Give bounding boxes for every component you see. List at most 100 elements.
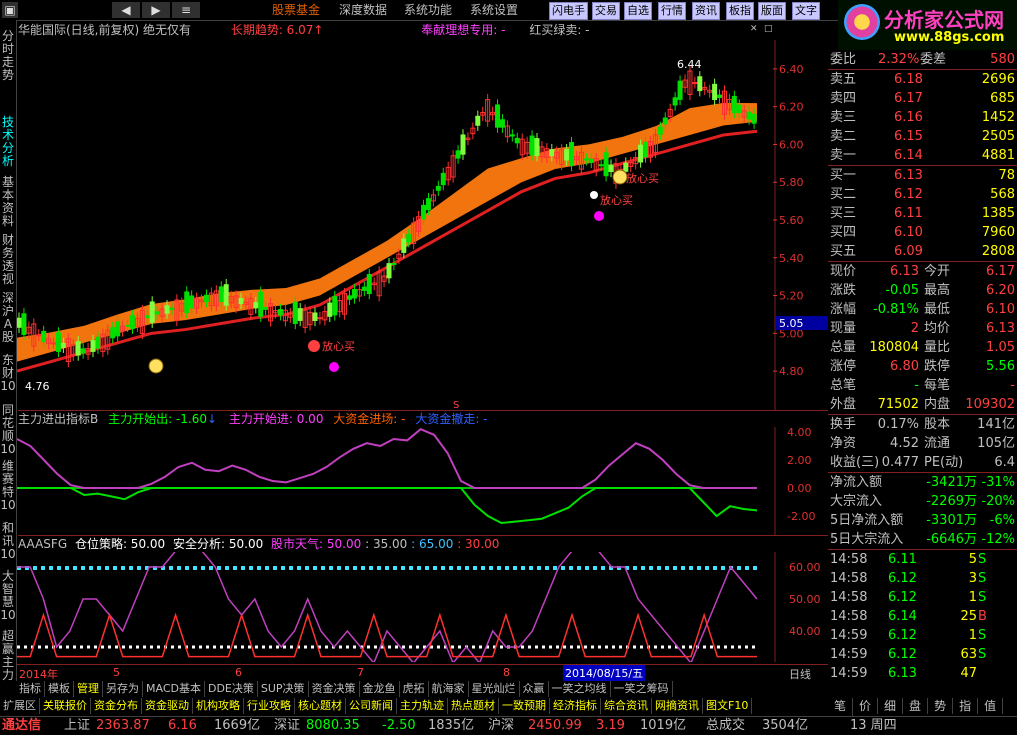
tab-hexun[interactable]: 和讯10 <box>0 522 16 561</box>
date-label-jul: 7 <box>357 666 364 679</box>
indicator-tab[interactable]: 指标 <box>16 681 45 697</box>
indicator-tab[interactable]: 金龙鱼 <box>360 681 400 697</box>
indicator-tab[interactable]: 模板 <box>45 681 74 697</box>
maximize-icon[interactable]: □ <box>764 24 774 34</box>
board-index-button[interactable]: 板指 <box>726 2 754 20</box>
indicator-tab[interactable]: 众赢 <box>520 681 549 697</box>
tab-eastmoney[interactable]: 东财10 <box>0 354 16 393</box>
forward-icon[interactable]: ▶ <box>142 2 170 18</box>
menu-stock-fund[interactable]: 股票基金 <box>268 0 324 20</box>
tab-sh-sz-a[interactable]: 深沪A股 <box>0 292 16 344</box>
indicator2-f6: : 30.00 <box>457 537 500 551</box>
ask-label: 卖四 <box>830 91 857 106</box>
indicator-tab[interactable]: 另存为 <box>103 681 143 697</box>
tab-chaoying[interactable]: 超赢主力 <box>0 630 16 682</box>
price-chart[interactable]: 6.406.206.005.805.605.405.205.004.80 5.0… <box>17 40 828 410</box>
extension-tab[interactable]: 网摘资讯 <box>652 698 703 714</box>
close-icon[interactable]: ✕ <box>750 24 760 34</box>
tick-price: 6.11 <box>888 552 917 567</box>
tab-weisaite[interactable]: 维赛特10 <box>0 460 16 512</box>
extension-tab[interactable]: 扩展区 <box>0 698 40 714</box>
indicator-tab[interactable]: 资金决策 <box>309 681 360 697</box>
quote-view-tab[interactable]: 值 <box>978 698 1004 714</box>
quote-view-tab[interactable]: 盘 <box>903 698 929 714</box>
indicator2-chart[interactable]: 60.00 50.00 40.00 <box>17 552 828 662</box>
candle-body <box>184 291 190 314</box>
extension-tab[interactable]: 关联报价 <box>40 698 91 714</box>
layout-button[interactable]: 版面 <box>758 2 786 20</box>
signal-text-3: 放心买 <box>600 193 633 207</box>
extension-tab[interactable]: 综合资讯 <box>601 698 652 714</box>
indicator-dedicated: 奉献理想专用: - <box>421 23 506 37</box>
extension-tab[interactable]: 一致预期 <box>499 698 550 714</box>
extension-tab[interactable]: 资金分布 <box>91 698 142 714</box>
flow-row: 5日大宗流入 -6646万 -12% <box>828 530 1017 549</box>
stat-label: 最低 <box>924 302 951 317</box>
expand-icon[interactable]: ≡ <box>172 2 200 18</box>
indicator1-f2: 主力开始进: 0.00 <box>228 412 324 426</box>
menu-system-function[interactable]: 系统功能 <box>400 0 456 20</box>
indicator2-title: AAASFG <box>18 537 68 551</box>
stat-value: 6.13 <box>890 264 919 279</box>
quote-view-tab[interactable]: 价 <box>853 698 879 714</box>
quotes-button[interactable]: 行情 <box>658 2 686 20</box>
quote-view-tab[interactable]: 指 <box>953 698 979 714</box>
back-icon[interactable]: ◀ <box>112 2 140 18</box>
indicator-tab[interactable]: MACD基本 <box>143 681 205 697</box>
stat-row: 总笔 - 每笔 - <box>828 376 1017 395</box>
menu-depth-data[interactable]: 深度数据 <box>335 0 391 20</box>
high-marker: 6.44 <box>677 58 702 71</box>
extension-tab[interactable]: 核心题材 <box>295 698 346 714</box>
tab-tonghuashun[interactable]: 同花顺10 <box>0 404 16 456</box>
tab-basic-info[interactable]: 基本资料 <box>0 176 16 228</box>
candle-body <box>36 334 42 337</box>
fund-label: 净资 <box>830 436 857 451</box>
flow-value: -3421万 <box>926 475 977 490</box>
app-icon[interactable]: ▣ <box>2 2 18 18</box>
candle-body <box>125 324 131 327</box>
indicator-tab[interactable]: 航海家 <box>429 681 469 697</box>
tab-technical[interactable]: 技术分析 <box>0 116 16 168</box>
quote-view-tab[interactable]: 笔 <box>828 698 854 714</box>
extension-tab[interactable]: 主力轨迹 <box>397 698 448 714</box>
smiley-icon <box>612 169 628 185</box>
menu-system-settings[interactable]: 系统设置 <box>466 0 522 20</box>
candles-group <box>17 65 757 368</box>
period-label[interactable]: 日线 <box>789 666 811 682</box>
extension-tab[interactable]: 机构攻略 <box>193 698 244 714</box>
extension-tab[interactable]: 公司新闻 <box>346 698 397 714</box>
total-label: 总成交 <box>706 718 746 733</box>
watchlist-button[interactable]: 自选 <box>624 2 652 20</box>
indicator-tab[interactable]: 管理 <box>74 681 103 697</box>
flash-trade-button[interactable]: 闪电手 <box>549 2 588 20</box>
extension-tab[interactable]: 行业攻略 <box>244 698 295 714</box>
extension-tab[interactable]: 热点题材 <box>448 698 499 714</box>
flower-signal-icon <box>590 191 598 199</box>
news-button[interactable]: 资讯 <box>692 2 720 20</box>
tab-financial[interactable]: 财务透视 <box>0 234 16 286</box>
stat-value: 6.10 <box>986 302 1015 317</box>
tab-dzh[interactable]: 大智慧10 <box>0 570 16 622</box>
indicator1-chart[interactable]: 4.00 2.00 0.00 -2.00 <box>17 427 828 535</box>
extension-tab[interactable]: 资金驱动 <box>142 698 193 714</box>
indicator-tab[interactable]: 星光灿烂 <box>469 681 520 697</box>
extension-tab[interactable]: 经济指标 <box>550 698 601 714</box>
tab-intraday[interactable]: 分时走势 <box>0 30 16 82</box>
indicator-tab[interactable]: DDE决策 <box>205 681 258 697</box>
quote-view-tab[interactable]: 细 <box>878 698 904 714</box>
indicator-tab[interactable]: 一笑之均线 <box>549 681 611 697</box>
indicator2-axis-label: 60.00 <box>789 561 821 574</box>
candle-body <box>238 298 244 304</box>
text-button[interactable]: 文字 <box>792 2 820 20</box>
candle-body <box>598 164 604 167</box>
indicator1-f4: 大资金撤走: - <box>415 412 488 426</box>
indicator2-f1: 仓位策略: 50.00 <box>74 537 166 551</box>
extension-tab[interactable]: 图文F10 <box>703 698 753 714</box>
indicator-tab[interactable]: 虎拓 <box>400 681 429 697</box>
right-bottom-tabs: 笔价细盘势指值联 <box>828 698 1017 730</box>
indicator-tab[interactable]: SUP决策 <box>258 681 309 697</box>
fund-value: 4.52 <box>890 436 919 451</box>
indicator-tab[interactable]: 一笑之筹码 <box>611 681 673 697</box>
trade-button[interactable]: 交易 <box>592 2 620 20</box>
quote-view-tab[interactable]: 势 <box>928 698 954 714</box>
